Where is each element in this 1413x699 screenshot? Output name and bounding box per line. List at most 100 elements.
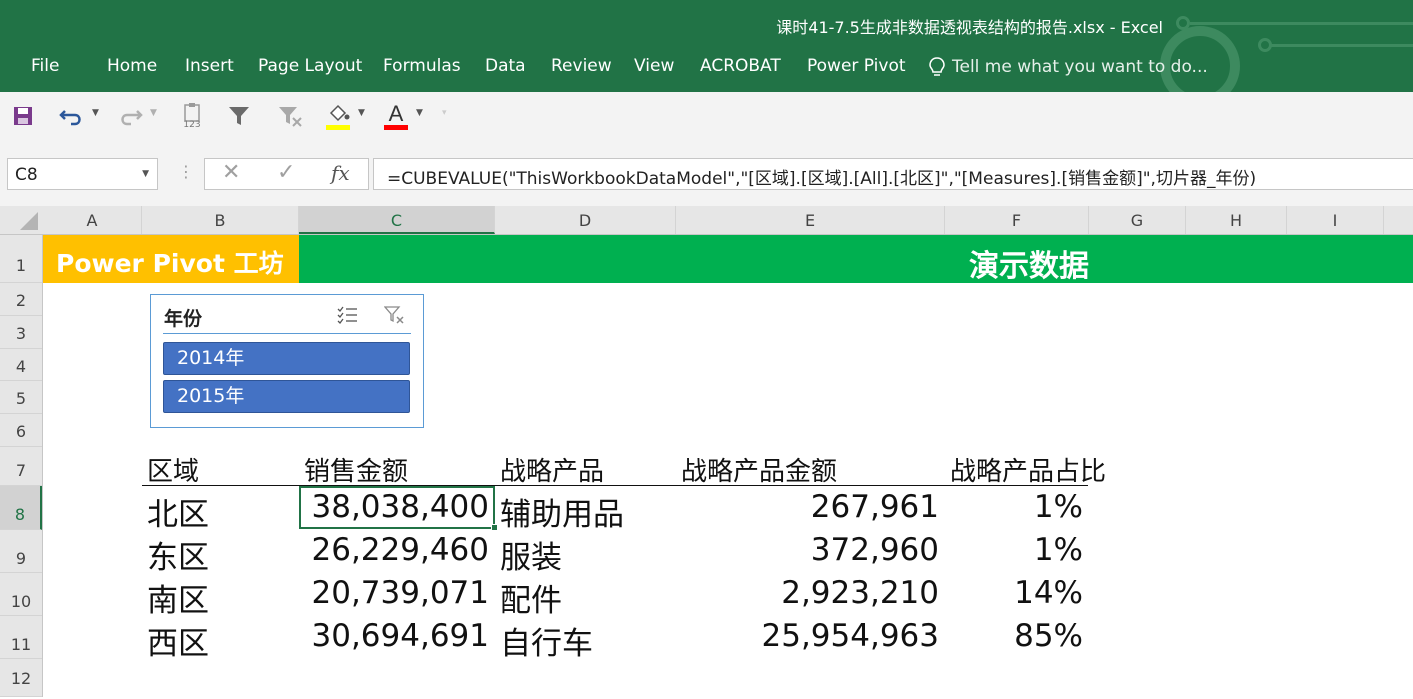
more-options-icon[interactable]: ⋮: [178, 162, 194, 181]
row-header-5[interactable]: 5: [0, 381, 42, 414]
cell-product-share[interactable]: 1%: [945, 532, 1083, 568]
tab-formulas[interactable]: Formulas: [383, 56, 461, 76]
tab-home[interactable]: Home: [107, 56, 157, 76]
row-header-12[interactable]: 12: [0, 659, 42, 697]
row-header-10[interactable]: 10: [0, 573, 42, 616]
column-header-i[interactable]: I: [1287, 206, 1384, 234]
name-box-value: C8: [15, 165, 38, 185]
cell-sales[interactable]: 26,229,460: [299, 532, 490, 568]
banner-demo-data[interactable]: 演示数据: [299, 235, 1413, 284]
slicer-item-2014[interactable]: 2014年: [163, 342, 410, 375]
title-bar: 课时41-7.5生成非数据透视表结构的报告.xlsx - Excel File …: [0, 0, 1413, 106]
decorative-line: [1270, 44, 1413, 47]
fill-color-dropdown-icon[interactable]: ▼: [358, 108, 365, 118]
font-color-swatch: [384, 124, 408, 130]
enter-icon[interactable]: ✓: [277, 160, 295, 185]
year-slicer[interactable]: 年份 2014年 2015年: [150, 294, 424, 428]
tab-insert[interactable]: Insert: [185, 56, 234, 76]
redo-dropdown-icon: ▼: [150, 108, 157, 118]
tell-me-text: Tell me what you want to do...: [952, 57, 1208, 77]
cell-sales[interactable]: 30,694,691: [299, 618, 490, 654]
tab-power-pivot[interactable]: Power Pivot: [807, 56, 906, 76]
tab-file[interactable]: File: [31, 56, 59, 76]
cell-product-sales[interactable]: 2,923,210: [676, 575, 939, 611]
row-header-8[interactable]: 8: [0, 486, 42, 530]
decorative-line: [1190, 22, 1413, 25]
row-header-4[interactable]: 4: [0, 349, 42, 381]
cell-product-share[interactable]: 14%: [945, 575, 1083, 611]
tab-review[interactable]: Review: [551, 56, 612, 76]
formula-text: =CUBEVALUE("ThisWorkbookDataModel","[区域]…: [387, 169, 1257, 189]
row-header-3[interactable]: 3: [0, 316, 42, 349]
lightbulb-icon: [929, 57, 945, 76]
formula-buttons: ✕ ✓ fx: [204, 158, 369, 190]
cell-region[interactable]: 南区: [147, 575, 209, 620]
name-box[interactable]: C8 ▼: [7, 158, 158, 190]
cell-product-share[interactable]: 1%: [945, 489, 1083, 525]
redo-icon: [116, 100, 144, 132]
cell-region[interactable]: 西区: [147, 618, 209, 663]
window-title: 课时41-7.5生成非数据透视表结构的报告.xlsx - Excel: [776, 18, 1163, 37]
column-header-g[interactable]: G: [1089, 206, 1186, 234]
font-color-icon[interactable]: A: [382, 100, 410, 132]
slicer-item-2015[interactable]: 2015年: [163, 380, 410, 413]
fill-handle[interactable]: [491, 524, 498, 531]
clear-filter-icon[interactable]: [383, 305, 406, 329]
column-header-c[interactable]: C: [299, 206, 495, 234]
formula-input[interactable]: =CUBEVALUE("ThisWorkbookDataModel","[区域]…: [373, 158, 1413, 190]
cell-product-share[interactable]: 85%: [945, 618, 1083, 654]
fill-color-icon[interactable]: [324, 100, 352, 132]
cell-product[interactable]: 服装: [500, 532, 562, 577]
chevron-down-icon[interactable]: ▼: [142, 169, 149, 179]
paste-values-label: 123: [183, 120, 201, 130]
select-all-corner[interactable]: [0, 206, 43, 234]
cell-product-sales[interactable]: 267,961: [676, 489, 939, 525]
cell-product[interactable]: 配件: [500, 575, 562, 620]
cell-region[interactable]: 东区: [147, 532, 209, 577]
header-sales: 销售金额: [304, 457, 409, 487]
cell-product[interactable]: 自行车: [500, 618, 593, 663]
row-header-1[interactable]: 1: [0, 235, 42, 283]
column-header-e[interactable]: E: [676, 206, 945, 234]
row-headers: 1 2 3 4 5 6 7 8 9 10 11 12: [0, 235, 43, 697]
clear-filter-icon[interactable]: [276, 100, 304, 132]
column-header-a[interactable]: A: [43, 206, 142, 234]
row-header-9[interactable]: 9: [0, 530, 42, 573]
row-header-6[interactable]: 6: [0, 414, 42, 447]
cancel-icon[interactable]: ✕: [222, 160, 240, 185]
column-header-h[interactable]: H: [1186, 206, 1287, 234]
row-header-11[interactable]: 11: [0, 616, 42, 659]
tab-view[interactable]: View: [634, 56, 674, 76]
paste-values-icon[interactable]: 123: [178, 100, 206, 132]
cell-sales[interactable]: 20,739,071: [299, 575, 490, 611]
cell-product-sales[interactable]: 25,954,963: [676, 618, 940, 654]
banner-power-pivot[interactable]: Power Pivot 工坊: [43, 235, 299, 283]
slicer-divider: [163, 333, 411, 334]
font-color-dropdown-icon[interactable]: ▼: [416, 108, 423, 118]
quick-access-toolbar: ▼ ▼ 123 ▼ A ▼ ▾: [0, 92, 1413, 142]
column-header-d[interactable]: D: [495, 206, 676, 234]
insert-function-icon[interactable]: fx: [331, 161, 350, 185]
active-cell-selection[interactable]: [299, 486, 495, 529]
undo-dropdown-icon[interactable]: ▼: [92, 108, 99, 118]
tab-acrobat[interactable]: ACROBAT: [700, 56, 781, 76]
filter-icon[interactable]: [226, 100, 252, 132]
tell-me-search[interactable]: Tell me what you want to do...: [928, 56, 1208, 78]
column-header-b[interactable]: B: [142, 206, 299, 234]
cell-product-sales[interactable]: 372,960: [676, 532, 939, 568]
cell-product[interactable]: 辅助用品: [500, 489, 624, 534]
undo-icon[interactable]: [58, 100, 86, 132]
header-product: 战略产品: [500, 457, 605, 487]
slicer-title: 年份: [164, 308, 203, 330]
row-header-7[interactable]: 7: [0, 447, 42, 486]
customize-toolbar-icon[interactable]: ▾: [442, 108, 447, 118]
row-header-2[interactable]: 2: [0, 283, 42, 316]
tab-page-layout[interactable]: Page Layout: [258, 56, 362, 76]
header-product-share: 战略产品占比: [950, 457, 1107, 487]
multi-select-icon[interactable]: [337, 305, 359, 329]
header-product-sales: 战略产品金额: [681, 457, 838, 487]
column-header-f[interactable]: F: [945, 206, 1089, 234]
save-icon[interactable]: [10, 100, 36, 132]
cell-region[interactable]: 北区: [147, 489, 209, 534]
tab-data[interactable]: Data: [485, 56, 526, 76]
